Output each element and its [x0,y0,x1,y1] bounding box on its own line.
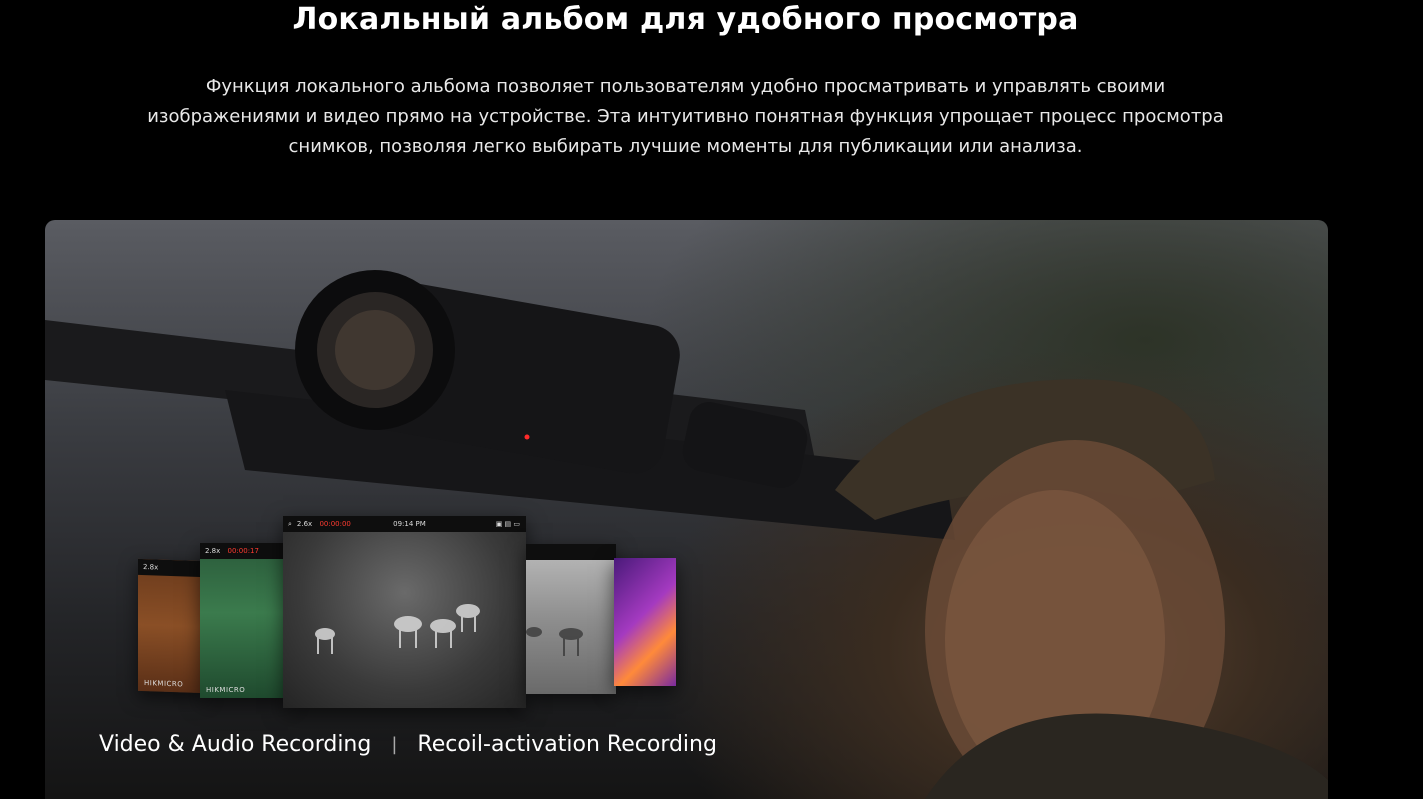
feature-recoil-activation-recording: Recoil-activation Recording [417,732,717,757]
thermal-screen-green: 2.8x 00:00:17 HIKMICRO [200,543,288,698]
hero-image: 2.8x HIKMICRO 2.8x 00:00:17 HIKMICRO ⌕ 2.… [45,220,1328,799]
zoom-readout: 2.8x [205,547,221,555]
thermal-screen-purple [614,558,676,686]
feature-separator: | [391,734,398,755]
record-timer: 00:00:17 [227,547,259,555]
section-description: Функция локального альбома позволяет пол… [147,76,1224,157]
hunter-scene-illustration [45,270,1328,799]
feature-caption: Video & Audio Recording | Recoil-activat… [99,732,717,757]
page: Локальный альбом для удобного просмотра … [0,0,1423,799]
thermal-screen-main: ⌕ 2.6x 00:00:00 09:14 PM ▣ ▤ ▭ [283,516,526,708]
brand-label: HIKMICRO [144,679,184,689]
indicator-led [524,434,530,440]
zoom-readout: 2.8x [143,563,159,572]
thermal-screen-white-hot [526,544,616,694]
deer-herd-image [315,604,480,654]
section-title: Локальный альбом для удобного просмотра [292,2,1079,37]
thermal-screen-orange: 2.8x HIKMICRO [138,558,204,694]
deer-image [526,627,583,656]
brand-label: HIKMICRO [206,686,246,694]
feature-video-audio-recording: Video & Audio Recording [99,732,372,757]
